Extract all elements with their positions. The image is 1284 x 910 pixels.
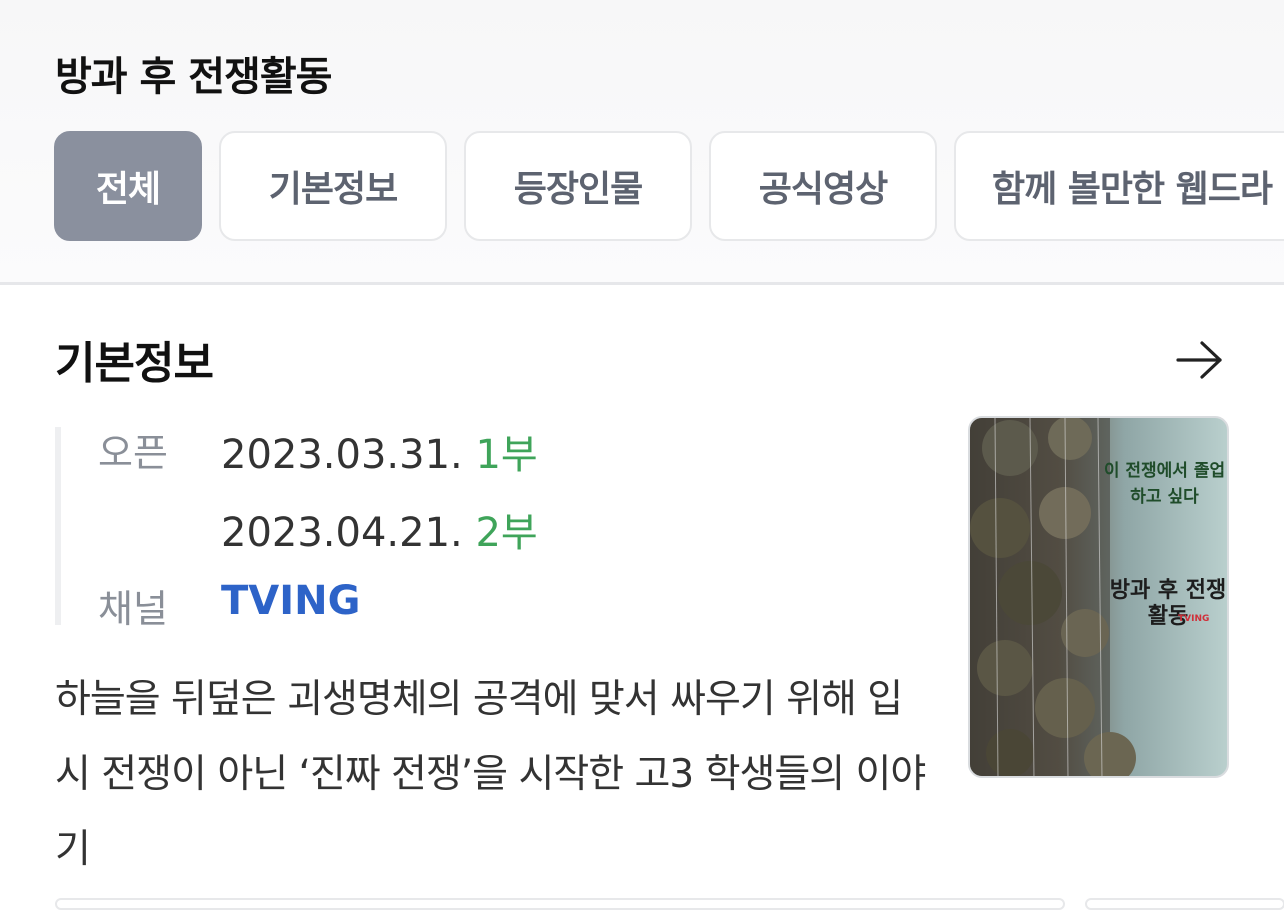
poster-title: 방과 후 전쟁활동 (1109, 578, 1227, 629)
tab-similar-dramas[interactable]: 함께 볼만한 웹드라 (954, 131, 1284, 241)
tab-basic-info[interactable]: 기본정보 (219, 131, 447, 241)
next-card-edge-2 (1085, 898, 1284, 910)
poster-tagline: 이 전쟁에서 졸업하고 싶다 (1103, 461, 1226, 507)
open-date-2-text: 2023.04.21. (221, 510, 463, 556)
section-title: 기본정보 (55, 338, 214, 389)
arrow-right-icon[interactable] (1176, 338, 1224, 382)
open-date-2: 2023.04.21. 2부 (221, 500, 538, 558)
tab-cast[interactable]: 등장인물 (464, 131, 692, 241)
page-title: 방과 후 전쟁활동 (55, 54, 332, 100)
header-area: 방과 후 전쟁활동 전체 기본정보 등장인물 공식영상 함께 볼만한 웹드라 (0, 0, 1284, 285)
open-date-2-part: 2부 (475, 510, 538, 556)
channel-link[interactable]: TVING (221, 578, 360, 624)
info-divider (55, 427, 61, 625)
next-card-edge (55, 898, 1065, 910)
open-date-1: 2023.03.31. 1부 (221, 422, 538, 480)
open-date-1-part: 1부 (475, 432, 538, 478)
open-label: 오픈 (98, 431, 168, 475)
tab-bar: 전체 기본정보 등장인물 공식영상 함께 볼만한 웹드라 (54, 131, 1284, 241)
open-date-1-text: 2023.03.31. (221, 432, 463, 478)
channel-label: 채널 (98, 587, 168, 631)
poster-logo: TVING (1178, 614, 1210, 624)
synopsis: 하늘을 뒤덮은 괴생명체의 공격에 맞서 싸우기 위해 입시 전쟁이 아닌 ‘진… (55, 677, 926, 872)
tab-official-video[interactable]: 공식영상 (709, 131, 937, 241)
poster-image[interactable]: 이 전쟁에서 졸업하고 싶다 방과 후 전쟁활동 TVING (968, 416, 1229, 778)
tab-all[interactable]: 전체 (54, 131, 202, 241)
